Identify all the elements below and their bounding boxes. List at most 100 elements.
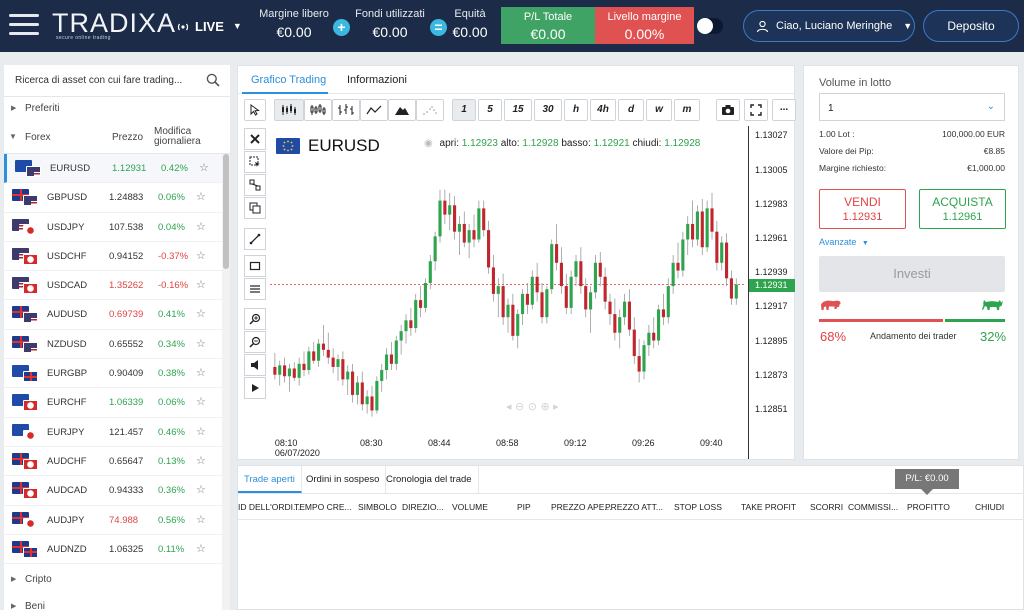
trade-tab[interactable]: Ordini in sospeso [300, 466, 387, 493]
invest-button[interactable]: Investi [819, 256, 1005, 292]
trade-tab[interactable]: Trade aperti [238, 466, 302, 493]
star-icon[interactable]: ☆ [196, 425, 206, 438]
theme-toggle[interactable] [697, 18, 723, 34]
star-icon[interactable]: ☆ [196, 483, 206, 496]
logo[interactable]: TRADIXA secure online trading [52, 9, 175, 43]
dots-chart-type[interactable] [416, 99, 444, 121]
candlestick-chart[interactable]: ◂ ⊖ ⊙ ⊕ ▸ [270, 126, 746, 459]
instrument-row[interactable]: EURCHF 1.06339 0.06% ☆ [4, 388, 222, 418]
timeframe-button[interactable]: w [646, 99, 672, 121]
column-header[interactable]: VOLUME [452, 502, 488, 512]
screenshot-button[interactable] [716, 99, 740, 121]
column-header[interactable]: PIP [517, 502, 531, 512]
timeframe-button[interactable]: 1 [452, 99, 476, 121]
rectangle-tool[interactable] [244, 255, 266, 277]
category-favorites[interactable]: ▶ Preferiti [4, 99, 230, 119]
drawing-tool[interactable] [244, 151, 266, 173]
tab-information[interactable]: Informazioni [347, 74, 407, 86]
instrument-row[interactable]: AUDNZD 1.06325 0.11% ☆ [4, 535, 222, 565]
star-icon[interactable]: ☆ [196, 249, 206, 262]
horizontal-lines-tool[interactable] [244, 278, 266, 300]
instrument-row[interactable]: EURGBP 0.90409 0.38% ☆ [4, 359, 222, 389]
column-header[interactable]: TAKE PROFIT [741, 502, 796, 512]
chart-navigation-icons[interactable]: ◂ ⊖ ⊙ ⊕ ▸ [506, 400, 559, 413]
column-header[interactable]: PROFITTO [907, 502, 950, 512]
drawing-tool[interactable] [244, 197, 266, 219]
column-header[interactable]: TEMPO CRE... [294, 502, 352, 512]
column-header[interactable]: PREZZO APE... [551, 502, 611, 512]
user-menu-button[interactable]: Ciao, Luciano Meringhe ▼ [743, 10, 915, 42]
tab-trading-chart[interactable]: Grafico Trading [251, 74, 326, 86]
instrument-row[interactable]: AUDJPY 74.988 0.56% ☆ [4, 506, 222, 535]
drawing-tool[interactable] [244, 174, 266, 196]
candles-chart-type[interactable] [274, 99, 304, 121]
instrument-row[interactable]: AUDCHF 0.65647 0.13% ☆ [4, 447, 222, 477]
column-header[interactable]: COMMISSI... [848, 502, 898, 512]
star-icon[interactable]: ☆ [196, 513, 206, 526]
instrument-row[interactable]: NZDUSD 0.65552 0.34% ☆ [4, 330, 222, 360]
star-icon[interactable]: ☆ [196, 278, 206, 291]
close-drawing-tool[interactable] [244, 128, 266, 150]
price-axis[interactable]: 1.13027 1.13005 1.12983 1.12961 1.12939 1.129… [748, 126, 795, 459]
advanced-toggle[interactable]: Avanzate ▼ [819, 237, 869, 247]
star-icon[interactable]: ☆ [196, 542, 206, 555]
instrument-row[interactable]: AUDUSD 0.69739 0.41% ☆ [4, 300, 222, 330]
instrument-row[interactable]: EURUSD 1.12931 0.42% ☆ [4, 154, 222, 184]
instrument-row[interactable]: USDCHF 0.94152 -0.37% ☆ [4, 242, 222, 272]
search-input[interactable]: Ricerca di asset con cui fare trading... [15, 75, 182, 86]
star-icon[interactable]: ☆ [196, 307, 206, 320]
timeframe-button[interactable]: 15 [504, 99, 532, 121]
star-icon[interactable]: ☆ [196, 220, 206, 233]
column-header[interactable]: PREZZO ATT... [605, 502, 663, 512]
zoom-in-tool[interactable] [244, 308, 266, 330]
menu-icon[interactable] [9, 14, 39, 36]
instrument-row[interactable]: USDCAD 1.35262 -0.16% ☆ [4, 271, 222, 301]
scrollbar-thumb[interactable] [223, 154, 229, 269]
hollow-candles-chart-type[interactable] [304, 99, 332, 121]
instrument-row[interactable]: AUDCAD 0.94333 0.36% ☆ [4, 476, 222, 506]
column-header[interactable]: ID DELL'ORDI... [238, 502, 300, 512]
category-forex[interactable]: ▼ Forex Prezzo Modifica giornaliera [4, 126, 230, 154]
fullscreen-button[interactable] [744, 99, 768, 121]
more-options-button[interactable]: ... [772, 99, 796, 121]
area-chart-type[interactable] [388, 99, 416, 121]
scrollbar[interactable] [222, 154, 230, 610]
star-icon[interactable]: ☆ [199, 161, 209, 174]
column-header[interactable]: STOP LOSS [674, 502, 722, 512]
visibility-tool[interactable] [244, 354, 266, 376]
star-icon[interactable]: ☆ [196, 190, 206, 203]
lot-volume-select[interactable]: 1 ⌄ [819, 93, 1005, 121]
timeframe-button[interactable]: 30 [534, 99, 562, 121]
timeframe-button[interactable]: 5 [478, 99, 502, 121]
instrument-row[interactable]: GBPUSD 1.24883 0.06% ☆ [4, 183, 222, 213]
sell-button[interactable]: VENDI 1.12931 [819, 189, 906, 229]
zoom-out-tool[interactable] [244, 331, 266, 353]
asset-search[interactable]: Ricerca di asset con cui fare trading... [4, 65, 230, 97]
trade-tab[interactable]: Cronologia del trade [380, 466, 479, 493]
deposit-button[interactable]: Deposito [923, 10, 1019, 42]
column-header[interactable]: DIREZIO... [402, 502, 444, 512]
account-mode-selector[interactable]: LIVE ▼ [176, 16, 242, 36]
category-goods[interactable]: ▶ Beni [4, 597, 230, 610]
instrument-row[interactable]: USDJPY 107.538 0.04% ☆ [4, 213, 222, 242]
line-chart-type[interactable] [360, 99, 388, 121]
search-icon[interactable] [206, 73, 220, 87]
timeframe-button[interactable]: m [674, 99, 700, 121]
column-header[interactable]: CHIUDI [975, 502, 1004, 512]
buy-button[interactable]: ACQUISTA 1.12961 [919, 189, 1006, 229]
column-header[interactable]: SCORRI [810, 502, 843, 512]
column-header[interactable]: SIMBOLO [358, 502, 397, 512]
trendline-tool[interactable] [244, 228, 266, 250]
cursor-tool[interactable] [244, 99, 266, 121]
timeframe-button[interactable]: d [618, 99, 644, 121]
star-icon[interactable]: ☆ [196, 454, 206, 467]
star-icon[interactable]: ☆ [196, 395, 206, 408]
instrument-row[interactable]: EURJPY 121.457 0.46% ☆ [4, 418, 222, 447]
timeframe-button[interactable]: 4h [590, 99, 616, 121]
category-crypto[interactable]: ▶ Cripto [4, 570, 230, 590]
star-icon[interactable]: ☆ [196, 337, 206, 350]
star-icon[interactable]: ☆ [196, 366, 206, 379]
bars-chart-type[interactable] [332, 99, 360, 121]
hide-tool[interactable] [244, 377, 266, 399]
timeframe-button[interactable]: h [564, 99, 588, 121]
